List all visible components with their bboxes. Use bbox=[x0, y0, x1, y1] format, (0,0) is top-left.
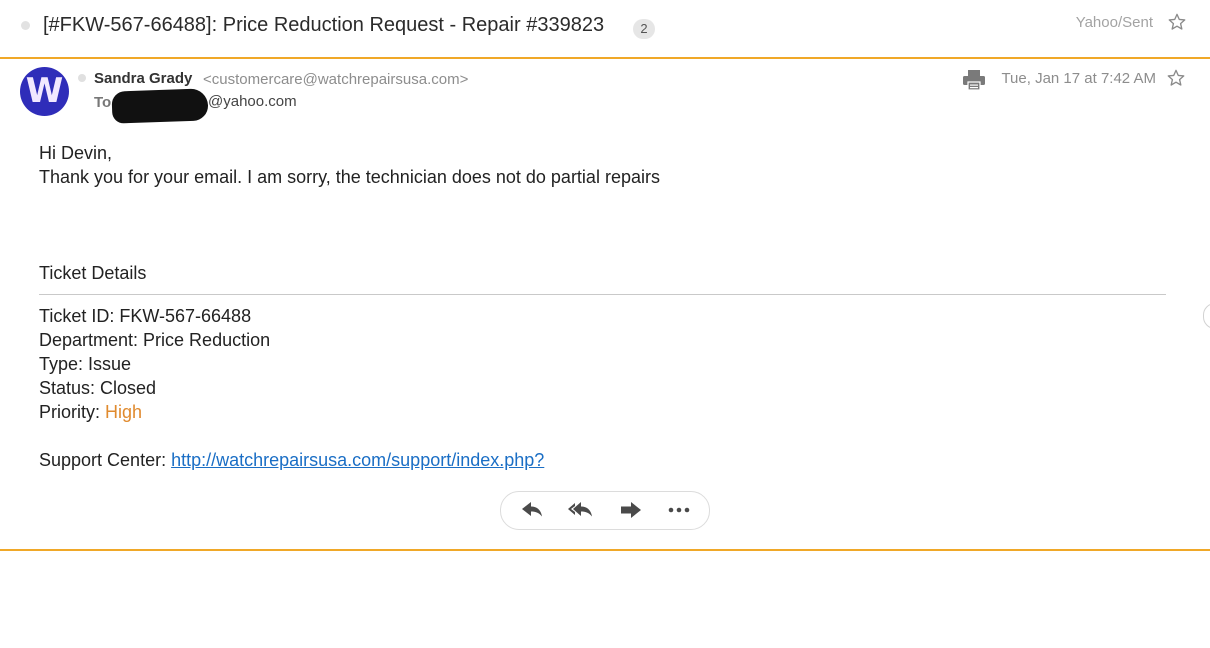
ticket-status: Status: Closed bbox=[39, 378, 157, 398]
thread-header: [#FKW-567-66488]: Price Reduction Reques… bbox=[0, 0, 1210, 59]
more-icon[interactable] bbox=[665, 499, 693, 521]
recipient-email[interactable]: @yahoo.com bbox=[208, 93, 297, 110]
message-star-icon[interactable] bbox=[1166, 68, 1186, 88]
support-center: Support Center: http://watchrepairsusa.c… bbox=[39, 450, 544, 471]
forward-icon[interactable] bbox=[617, 499, 645, 521]
message-actions bbox=[500, 491, 710, 530]
thread-subject: [#FKW-567-66488]: Price Reduction Reques… bbox=[43, 14, 605, 36]
support-center-link[interactable]: http://watchrepairsusa.com/support/index… bbox=[171, 450, 544, 470]
print-icon[interactable] bbox=[962, 69, 986, 91]
reply-all-icon[interactable] bbox=[567, 499, 595, 521]
body-line: Thank you for your email. I am sorry, th… bbox=[39, 167, 660, 187]
ticket-type: Type: Issue bbox=[39, 354, 132, 374]
message-separator bbox=[0, 549, 1210, 551]
sender-avatar[interactable]: W bbox=[20, 67, 69, 116]
greeting: Hi Devin, bbox=[39, 143, 113, 163]
redaction-mark bbox=[111, 88, 209, 124]
sender-email[interactable]: <customercare@watchrepairsusa.com> bbox=[203, 71, 468, 88]
priority-label: Priority: bbox=[39, 402, 106, 422]
presence-dot bbox=[78, 74, 86, 82]
details-divider bbox=[39, 294, 1166, 295]
ticket-id: Ticket ID: FKW-567-66488 bbox=[39, 306, 252, 326]
reply-icon[interactable] bbox=[518, 499, 546, 521]
ticket-details-heading: Ticket Details bbox=[39, 263, 147, 283]
priority-value: High bbox=[105, 402, 143, 422]
thread-star-icon[interactable] bbox=[1167, 12, 1187, 32]
sender-name[interactable]: Sandra Grady bbox=[94, 70, 192, 87]
support-label: Support Center: bbox=[39, 450, 172, 470]
avatar-letter: W bbox=[25, 71, 64, 111]
ticket-department: Department: Price Reduction bbox=[39, 330, 271, 350]
message-count-badge: 2 bbox=[633, 19, 655, 39]
ticket-priority: Priority: High bbox=[39, 402, 142, 423]
side-panel-handle[interactable] bbox=[1203, 303, 1210, 329]
message-date: Tue, Jan 17 at 7:42 AM bbox=[1001, 70, 1156, 87]
folder-label[interactable]: Yahoo/Sent bbox=[1076, 14, 1153, 31]
unread-dot[interactable] bbox=[21, 21, 30, 30]
